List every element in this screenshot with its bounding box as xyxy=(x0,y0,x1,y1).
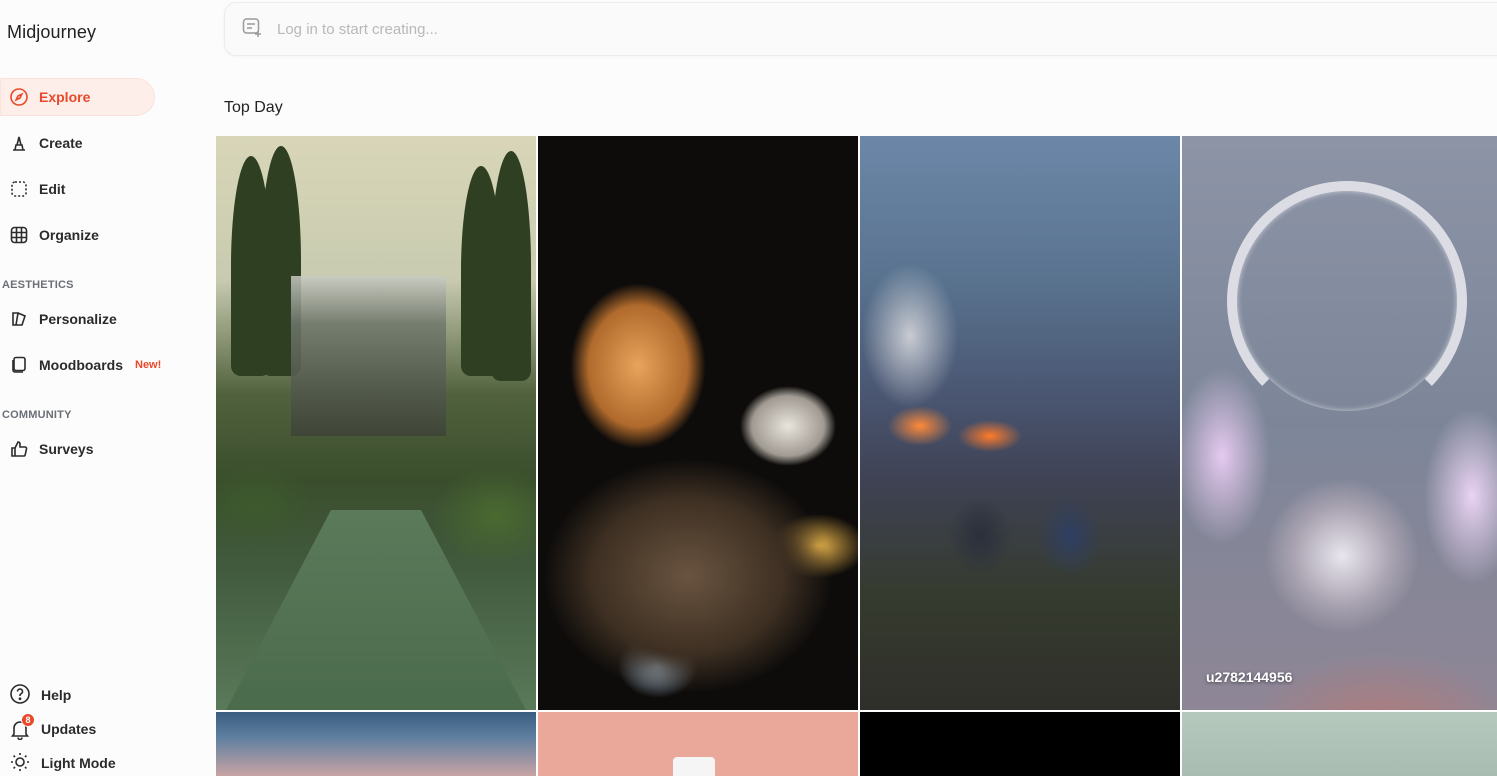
gallery-image-city-fire[interactable] xyxy=(860,136,1180,710)
light-mode-label: Light Mode xyxy=(41,755,116,771)
updates-count-badge: 8 xyxy=(21,713,35,727)
personalize-icon xyxy=(9,309,29,329)
community-heading: COMMUNITY xyxy=(2,409,72,421)
gallery-image-cats[interactable] xyxy=(538,136,858,710)
nav-moodboards[interactable]: Moodboards New! xyxy=(0,346,190,384)
grid-icon xyxy=(9,225,29,245)
edit-frame-icon xyxy=(9,179,29,199)
tennis-court-shape xyxy=(226,510,526,710)
section-title: Top Day xyxy=(224,99,283,116)
sun-icon xyxy=(9,751,31,776)
nav-organize[interactable]: Organize xyxy=(0,216,155,254)
nav-personalize[interactable]: Personalize xyxy=(0,300,155,338)
thumbs-up-icon xyxy=(9,439,29,459)
gallery-image-garden[interactable] xyxy=(216,136,536,710)
cup-shape xyxy=(673,757,715,776)
new-badge: New! xyxy=(135,359,162,371)
app-root: Midjourney Explore Create Edit Organize xyxy=(0,0,1497,776)
brush-icon xyxy=(9,133,29,153)
tree-shape xyxy=(491,151,531,381)
nav-explore[interactable]: Explore xyxy=(0,78,155,116)
compass-icon xyxy=(9,87,29,107)
greenhouse-shape xyxy=(291,276,446,436)
gallery-image-sky[interactable] xyxy=(216,712,536,776)
add-image-icon[interactable] xyxy=(241,16,263,43)
gallery-image-pink[interactable] xyxy=(538,712,858,776)
help-link[interactable]: Help xyxy=(0,681,71,709)
nav-create[interactable]: Create xyxy=(0,124,155,162)
nav-surveys[interactable]: Surveys xyxy=(0,430,155,468)
nav-moodboards-label: Moodboards xyxy=(39,357,123,373)
prompt-input[interactable] xyxy=(277,20,877,38)
nav-surveys-label: Surveys xyxy=(39,441,94,457)
gallery-image-black[interactable] xyxy=(860,712,1180,776)
nav-organize-label: Organize xyxy=(39,227,99,243)
gallery-image-mint[interactable] xyxy=(1182,712,1497,776)
aesthetics-heading: AESTHETICS xyxy=(2,279,74,291)
sidebar: Midjourney Explore Create Edit Organize xyxy=(0,0,200,776)
updates-label: Updates xyxy=(41,721,97,737)
brand-logo[interactable]: Midjourney xyxy=(7,22,96,43)
help-icon xyxy=(9,683,31,708)
light-mode-toggle[interactable]: Light Mode xyxy=(0,749,116,776)
headband-shape xyxy=(1227,181,1467,421)
nav-personalize-label: Personalize xyxy=(39,311,117,327)
nav-edit-label: Edit xyxy=(39,181,66,197)
nav-explore-label: Explore xyxy=(39,89,91,105)
nav-edit[interactable]: Edit xyxy=(0,170,155,208)
gallery-image-headphones[interactable]: u2782144956 xyxy=(1182,136,1497,710)
prompt-bar[interactable] xyxy=(224,2,1497,56)
image-author-caption[interactable]: u2782144956 xyxy=(1206,669,1292,685)
nav-create-label: Create xyxy=(39,135,83,151)
updates-link[interactable]: 8 Updates xyxy=(0,713,97,743)
help-label: Help xyxy=(41,687,72,703)
moodboard-icon xyxy=(9,355,29,375)
bell-icon: 8 xyxy=(9,713,35,741)
